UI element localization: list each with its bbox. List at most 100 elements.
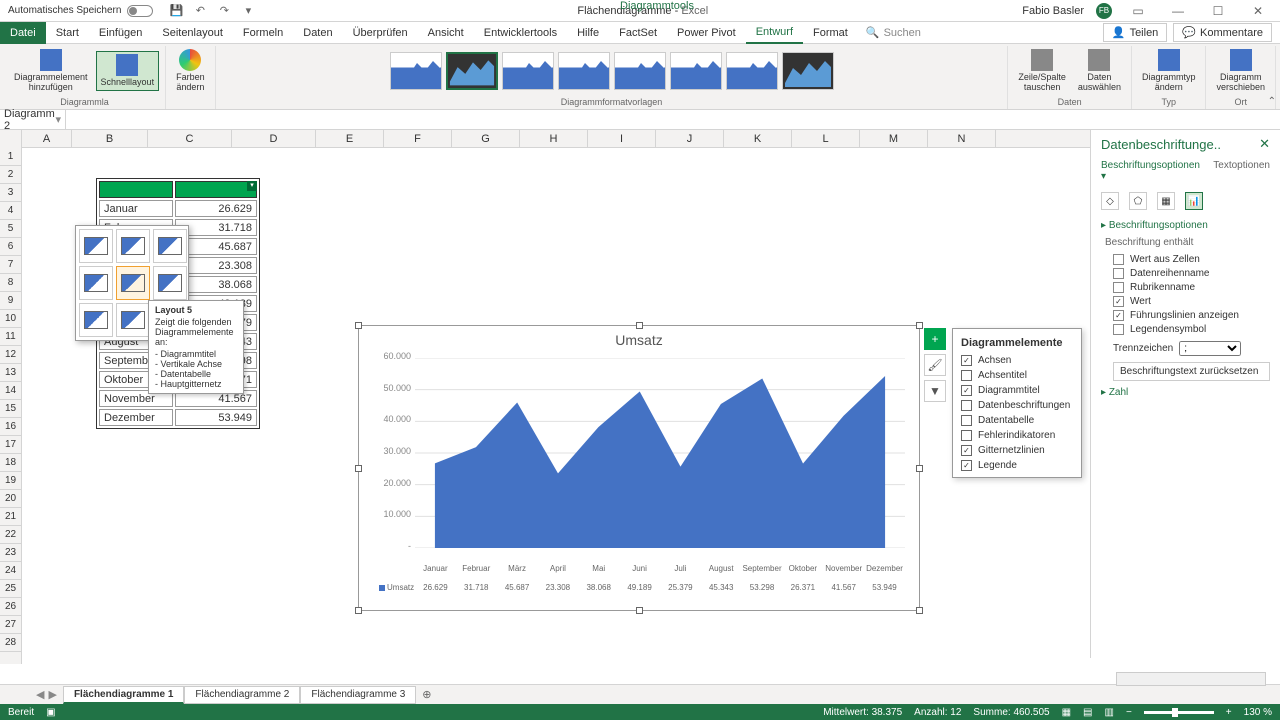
col-header-F[interactable]: F — [384, 130, 452, 147]
chart-element-gitternetzlinien[interactable]: ✓Gitternetzlinien — [953, 443, 1081, 458]
row-header-22[interactable]: 22 — [0, 526, 21, 544]
switch-row-col-button[interactable]: Zeile/Spalte tauschen — [1014, 47, 1070, 95]
chart-style-5[interactable] — [614, 52, 666, 90]
chart-element-datenbeschriftungen[interactable]: Datenbeschriftungen — [953, 398, 1081, 413]
view-layout-icon[interactable]: ▤ — [1083, 707, 1092, 718]
chart-filter-button[interactable]: ▼ — [924, 380, 946, 402]
col-header-J[interactable]: J — [656, 130, 724, 147]
record-macro-icon[interactable]: ▣ — [46, 707, 55, 718]
layout-option-3[interactable] — [153, 229, 187, 263]
add-chart-element-button[interactable]: Diagrammelement hinzufügen — [10, 47, 92, 95]
col-header-K[interactable]: K — [724, 130, 792, 147]
ribbon-tab-hilfe[interactable]: Hilfe — [567, 22, 609, 44]
row-header-6[interactable]: 6 — [0, 238, 21, 256]
chart-style-8[interactable] — [782, 52, 834, 90]
row-header-13[interactable]: 13 — [0, 364, 21, 382]
ribbon-display-icon[interactable]: ▭ — [1124, 2, 1152, 20]
ribbon-tab-einfügen[interactable]: Einfügen — [89, 22, 152, 44]
col-header-C[interactable]: C — [148, 130, 232, 147]
layout-option-6[interactable] — [153, 266, 187, 300]
chart-plot-area[interactable] — [415, 358, 905, 548]
layout-option-8[interactable] — [116, 303, 150, 337]
chart-elements-button[interactable]: + — [924, 328, 946, 350]
row-header-19[interactable]: 19 — [0, 472, 21, 490]
row-header-2[interactable]: 2 — [0, 166, 21, 184]
search-box[interactable]: 🔍 Suchen — [858, 26, 929, 39]
sheet-tab-3[interactable]: Flächendiagramme 3 — [300, 686, 416, 704]
col-header-H[interactable]: H — [520, 130, 588, 147]
save-icon[interactable]: 💾 — [169, 4, 183, 18]
row-header-11[interactable]: 11 — [0, 328, 21, 346]
reset-label-text-button[interactable]: Beschriftungstext zurücksetzen — [1113, 362, 1270, 381]
layout-option-4[interactable] — [79, 266, 113, 300]
chart-style-4[interactable] — [558, 52, 610, 90]
horizontal-scrollbar[interactable] — [1116, 672, 1266, 686]
chart-element-fehlerindikatoren[interactable]: Fehlerindikatoren — [953, 428, 1081, 443]
section-label-options[interactable]: ▸ Beschriftungsoptionen — [1101, 220, 1270, 231]
col-header-D[interactable]: D — [232, 130, 316, 147]
chart-styles-button[interactable]: 🖌 — [924, 354, 946, 376]
ribbon-tab-entwicklertools[interactable]: Entwicklertools — [474, 22, 567, 44]
ribbon-tab-power pivot[interactable]: Power Pivot — [667, 22, 746, 44]
zoom-slider[interactable] — [1144, 711, 1214, 714]
section-number[interactable]: ▸ Zahl — [1101, 387, 1270, 398]
user-avatar[interactable]: FB — [1096, 3, 1112, 19]
row-header-26[interactable]: 26 — [0, 598, 21, 616]
row-header-17[interactable]: 17 — [0, 436, 21, 454]
ribbon-tab-seitenlayout[interactable]: Seitenlayout — [152, 22, 233, 44]
table-row[interactable]: Dezember53.949 — [99, 409, 257, 426]
format-tab-text[interactable]: Textoptionen — [1213, 160, 1270, 182]
view-break-icon[interactable]: ▥ — [1105, 707, 1114, 718]
view-normal-icon[interactable]: ▦ — [1062, 707, 1071, 718]
chart[interactable]: Umsatz 60.00050.00040.00030.00020.00010.… — [358, 325, 920, 611]
row-header-4[interactable]: 4 — [0, 202, 21, 220]
ribbon-tab-factset[interactable]: FactSet — [609, 22, 667, 44]
fill-line-icon[interactable]: ◇ — [1101, 192, 1119, 210]
col-header-L[interactable]: L — [792, 130, 860, 147]
ribbon-tab-datei[interactable]: Datei — [0, 22, 46, 44]
worksheet-grid[interactable]: ABCDEFGHIJKLMN 1234567891011121314151617… — [0, 130, 1280, 664]
ribbon-tab-ansicht[interactable]: Ansicht — [418, 22, 474, 44]
undo-icon[interactable]: ↶ — [193, 4, 207, 18]
col-header-M[interactable]: M — [860, 130, 928, 147]
label-check-wert[interactable]: ✓Wert — [1113, 296, 1270, 307]
row-header-10[interactable]: 10 — [0, 310, 21, 328]
label-check-rubrikenname[interactable]: Rubrikenname — [1113, 282, 1270, 293]
comments-button[interactable]: 💬Kommentare — [1173, 23, 1272, 42]
chart-title[interactable]: Umsatz — [359, 326, 919, 354]
label-check-wert-aus-zellen[interactable]: Wert aus Zellen — [1113, 254, 1270, 265]
zoom-out-icon[interactable]: − — [1126, 707, 1132, 718]
format-pane-close-icon[interactable]: ✕ — [1259, 136, 1270, 152]
add-sheet-button[interactable]: ⊕ — [416, 686, 437, 703]
chart-style-6[interactable] — [670, 52, 722, 90]
row-header-24[interactable]: 24 — [0, 562, 21, 580]
label-check-legendensymbol[interactable]: Legendensymbol — [1113, 324, 1270, 335]
chart-style-1[interactable] — [390, 52, 442, 90]
chart-element-achsentitel[interactable]: Achsentitel — [953, 368, 1081, 383]
layout-option-1[interactable] — [79, 229, 113, 263]
chart-element-diagrammtitel[interactable]: ✓Diagrammtitel — [953, 383, 1081, 398]
effects-icon[interactable]: ⬠ — [1129, 192, 1147, 210]
layout-option-2[interactable] — [116, 229, 150, 263]
layout-option-5[interactable] — [116, 266, 150, 300]
chart-element-datentabelle[interactable]: Datentabelle — [953, 413, 1081, 428]
sheet-prev-icon[interactable]: ◀ — [36, 688, 44, 701]
chart-element-achsen[interactable]: ✓Achsen — [953, 353, 1081, 368]
row-header-12[interactable]: 12 — [0, 346, 21, 364]
ribbon-tab-formeln[interactable]: Formeln — [233, 22, 293, 44]
row-header-21[interactable]: 21 — [0, 508, 21, 526]
col-header-E[interactable]: E — [316, 130, 384, 147]
close-icon[interactable]: ✕ — [1244, 2, 1272, 20]
move-chart-button[interactable]: Diagramm verschieben — [1212, 47, 1269, 95]
select-data-button[interactable]: Daten auswählen — [1074, 47, 1125, 95]
col-header-I[interactable]: I — [588, 130, 656, 147]
size-props-icon[interactable]: ▦ — [1157, 192, 1175, 210]
change-chart-type-button[interactable]: Diagrammtyp ändern — [1138, 47, 1200, 95]
col-header-N[interactable]: N — [928, 130, 996, 147]
label-check-führungslinien-anzeigen[interactable]: ✓Führungslinien anzeigen — [1113, 310, 1270, 321]
row-header-18[interactable]: 18 — [0, 454, 21, 472]
redo-icon[interactable]: ↷ — [217, 4, 231, 18]
maximize-icon[interactable]: ☐ — [1204, 2, 1232, 20]
quick-layout-button[interactable]: Schnelllayout — [96, 51, 160, 91]
layout-option-7[interactable] — [79, 303, 113, 337]
